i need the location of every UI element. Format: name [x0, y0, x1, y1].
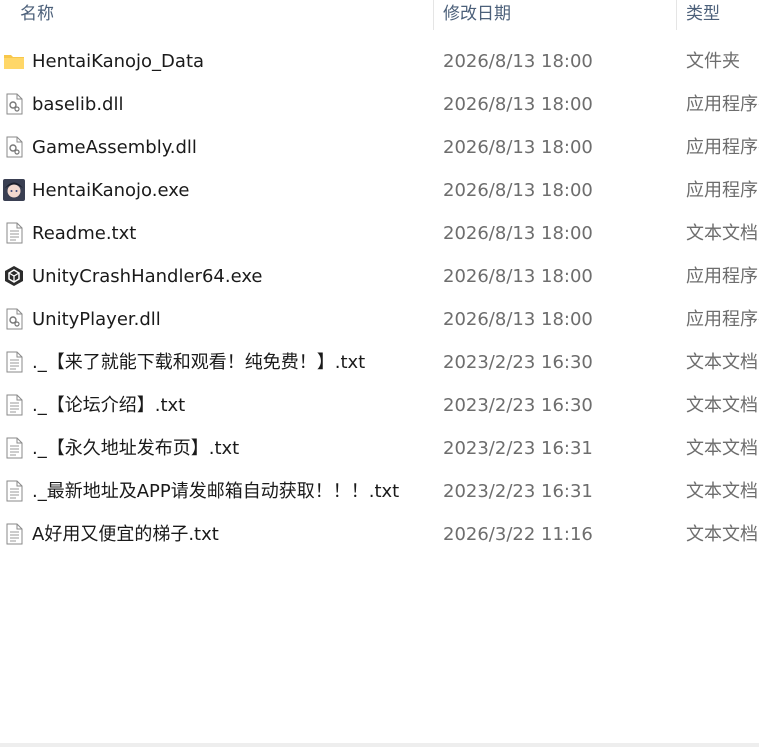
file-type: 文本文档 [686, 438, 758, 459]
file-name: ._【永久地址发布页】.txt [32, 438, 240, 459]
file-row[interactable]: Readme.txt 2026/8/13 18:00 文本文档 [0, 212, 759, 255]
column-header-date[interactable]: 修改日期 [443, 0, 511, 30]
column-header: 名称 修改日期 类型 [0, 0, 759, 30]
file-name: HentaiKanojo.exe [32, 180, 190, 201]
file-date: 2023/2/23 16:31 [443, 438, 593, 459]
file-type: 文本文档 [686, 395, 758, 416]
file-type: 应用程序 [686, 266, 758, 287]
file-date: 2023/2/23 16:30 [443, 395, 593, 416]
dll-file-icon [3, 93, 25, 115]
file-type: 应用程序扩展 [686, 137, 759, 158]
dll-file-icon [3, 308, 25, 330]
file-row[interactable]: ._【论坛介绍】.txt 2023/2/23 16:30 文本文档 [0, 384, 759, 427]
text-file-icon [3, 523, 25, 545]
text-file-icon [3, 351, 25, 373]
file-date: 2026/8/13 18:00 [443, 266, 593, 287]
column-divider[interactable] [433, 0, 434, 30]
file-list: HentaiKanojo_Data 2026/8/13 18:00 文件夹 ba… [0, 40, 759, 556]
file-name: ._【论坛介绍】.txt [32, 395, 186, 416]
file-name: baselib.dll [32, 94, 124, 115]
file-row[interactable]: A好用又便宜的梯子.txt 2026/3/22 11:16 文本文档 [0, 513, 759, 556]
file-date: 2023/2/23 16:30 [443, 352, 593, 373]
unity-icon [3, 265, 25, 287]
text-file-icon [3, 394, 25, 416]
file-row[interactable]: HentaiKanojo.exe 2026/8/13 18:00 应用程序 [0, 169, 759, 212]
file-date: 2026/8/13 18:00 [443, 94, 593, 115]
file-date: 2026/8/13 18:00 [443, 51, 593, 72]
file-name: A好用又便宜的梯子.txt [32, 524, 219, 545]
file-name: UnityPlayer.dll [32, 309, 161, 330]
file-type: 文本文档 [686, 223, 758, 244]
file-type: 文本文档 [686, 481, 758, 502]
file-row[interactable]: UnityCrashHandler64.exe 2026/8/13 18:00 … [0, 255, 759, 298]
column-divider[interactable] [676, 0, 677, 30]
file-name: ._【来了就能下载和观看！纯免费！】.txt [32, 352, 366, 373]
file-row[interactable]: HentaiKanojo_Data 2026/8/13 18:00 文件夹 [0, 40, 759, 83]
file-type: 应用程序扩展 [686, 309, 759, 330]
text-file-icon [3, 222, 25, 244]
file-type: 文本文档 [686, 524, 758, 545]
horizontal-scrollbar[interactable] [0, 743, 759, 747]
file-date: 2026/8/13 18:00 [443, 223, 593, 244]
file-name: GameAssembly.dll [32, 137, 197, 158]
dll-file-icon [3, 136, 25, 158]
file-row[interactable]: ._【来了就能下载和观看！纯免费！】.txt 2023/2/23 16:30 文… [0, 341, 759, 384]
file-date: 2026/8/13 18:00 [443, 137, 593, 158]
file-type: 应用程序 [686, 180, 758, 201]
text-file-icon [3, 480, 25, 502]
file-date: 2026/8/13 18:00 [443, 180, 593, 201]
file-type: 文件夹 [686, 51, 740, 72]
file-row[interactable]: ._最新地址及APP请发邮箱自动获取！！！.txt 2023/2/23 16:3… [0, 470, 759, 513]
file-explorer: 名称 修改日期 类型 HentaiKanojo_Data 2026/8/13 1… [0, 0, 759, 747]
column-header-name[interactable]: 名称 [20, 0, 54, 30]
file-date: 2023/2/23 16:31 [443, 481, 593, 502]
file-type: 文本文档 [686, 352, 758, 373]
file-row[interactable]: GameAssembly.dll 2026/8/13 18:00 应用程序扩展 [0, 126, 759, 169]
file-type: 应用程序扩展 [686, 94, 759, 115]
file-name: ._最新地址及APP请发邮箱自动获取！！！.txt [32, 481, 400, 502]
file-name: Readme.txt [32, 223, 137, 244]
folder-icon [3, 50, 25, 72]
file-name: UnityCrashHandler64.exe [32, 266, 263, 287]
column-header-type[interactable]: 类型 [686, 0, 720, 30]
text-file-icon [3, 437, 25, 459]
app-avatar-icon [3, 179, 25, 201]
file-date: 2026/8/13 18:00 [443, 309, 593, 330]
file-row[interactable]: UnityPlayer.dll 2026/8/13 18:00 应用程序扩展 [0, 298, 759, 341]
file-row[interactable]: ._【永久地址发布页】.txt 2023/2/23 16:31 文本文档 [0, 427, 759, 470]
file-date: 2026/3/22 11:16 [443, 524, 593, 545]
file-row[interactable]: baselib.dll 2026/8/13 18:00 应用程序扩展 [0, 83, 759, 126]
file-name: HentaiKanojo_Data [32, 51, 205, 72]
